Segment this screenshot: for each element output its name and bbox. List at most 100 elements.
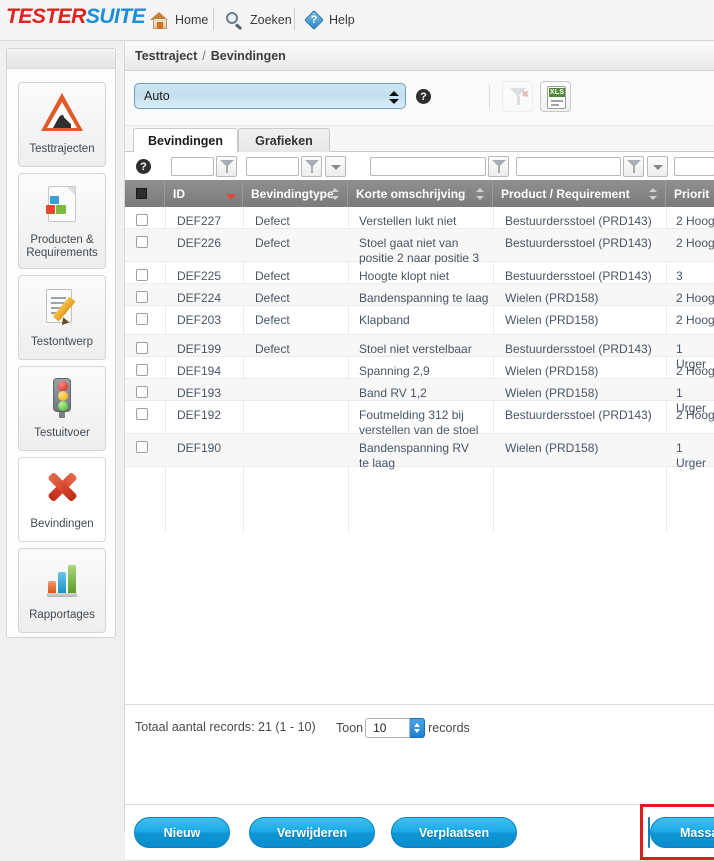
sidebar-item-testontwerp[interactable]: Testontwerp xyxy=(18,275,106,360)
row-checkbox[interactable] xyxy=(136,364,148,376)
table-row[interactable]: DEF224 Defect Bandenspanning te laag Wie… xyxy=(125,284,714,306)
row-checkbox[interactable] xyxy=(136,408,148,420)
logo-text-secondary: SUITE xyxy=(85,5,146,28)
question-mark-icon[interactable]: ? xyxy=(416,89,431,104)
tab-bar: Bevindingen Grafieken xyxy=(125,126,714,153)
verwijderen-button[interactable]: Verwijderen xyxy=(249,817,375,848)
page-size-input[interactable]: 10 xyxy=(365,718,411,738)
column-header-select-all[interactable] xyxy=(125,180,165,207)
row-checkbox[interactable] xyxy=(136,214,148,226)
document-blocks-icon xyxy=(39,184,85,228)
tab-grafieken[interactable]: Grafieken xyxy=(238,128,330,153)
help-icon: ? xyxy=(304,10,324,30)
filter-dropdown-bevindingtype[interactable] xyxy=(325,156,346,177)
testtraject-select[interactable]: Auto xyxy=(134,83,406,109)
sidebar-item-producten-requirements[interactable]: Producten & Requirements xyxy=(18,173,106,269)
filter-input-bevindingtype[interactable] xyxy=(246,157,299,176)
cell-product: Wielen (PRD158) xyxy=(505,386,599,400)
nav-help[interactable]: ? Help xyxy=(304,8,355,32)
cell-priority: 2 Hoog xyxy=(676,364,714,378)
verplaatsen-button[interactable]: Verplaatsen xyxy=(391,817,517,848)
cell-desc: Foutmelding 312 bij verstellen van de st… xyxy=(359,408,479,437)
row-checkbox[interactable] xyxy=(136,342,148,354)
red-cross-icon xyxy=(39,468,85,512)
row-checkbox[interactable] xyxy=(136,291,148,303)
cell-desc: Verstellen lukt niet xyxy=(359,214,457,228)
records-label: records xyxy=(428,721,470,735)
cell-id: DEF203 xyxy=(177,313,222,327)
cell-id: DEF224 xyxy=(177,291,222,305)
home-icon xyxy=(150,11,169,29)
highlight-box xyxy=(640,804,714,860)
column-header-label: Korte omschrijving xyxy=(356,186,466,201)
cell-priority: 2 Hoog xyxy=(676,291,714,305)
column-header-bevindingtype[interactable]: Bevindingtype xyxy=(243,180,348,207)
nav-help-label: Help xyxy=(329,13,355,27)
cell-type: Defect xyxy=(255,214,290,228)
nav-divider-1 xyxy=(213,8,214,30)
button-label: Verwijderen xyxy=(276,825,348,840)
column-header-id[interactable]: ID xyxy=(165,180,243,207)
table-body: DEF227 Defect Verstellen lukt niet Bestu… xyxy=(125,207,714,532)
nav-zoeken[interactable]: Zoeken xyxy=(226,8,292,32)
sort-both-icon xyxy=(331,188,340,200)
row-checkbox[interactable] xyxy=(136,313,148,325)
row-checkbox[interactable] xyxy=(136,236,148,248)
sidebar-item-bevindingen[interactable]: Bevindingen xyxy=(18,457,106,542)
filter-button-omschrijving[interactable] xyxy=(488,156,509,177)
filter-button-product[interactable] xyxy=(623,156,644,177)
cell-id: DEF226 xyxy=(177,236,222,250)
sidebar-item-testuitvoer[interactable]: Testuitvoer xyxy=(18,366,106,451)
left-sidebar: Testtrajecten Producten & Requirements T… xyxy=(6,48,116,638)
page-size-spinner[interactable] xyxy=(410,718,426,738)
filter-button-bevindingtype[interactable] xyxy=(301,156,322,177)
breadcrumb-root[interactable]: Testtraject xyxy=(135,49,197,63)
nav-home-label: Home xyxy=(175,13,209,27)
table-row[interactable]: DEF226 Defect Stoel gaat niet van positi… xyxy=(125,229,714,265)
table-row[interactable]: DEF199 Defect Stoel niet verstelbaar Bes… xyxy=(125,335,714,371)
table-row[interactable]: DEF227 Defect Verstellen lukt niet Bestu… xyxy=(125,207,714,229)
column-header-korte-omschrijving[interactable]: Korte omschrijving xyxy=(348,180,493,207)
warning-triangle-icon xyxy=(39,93,85,137)
export-xls-button[interactable]: XLS xyxy=(540,81,571,112)
table-row[interactable]: DEF194 Spanning 2,9 Wielen (PRD158) 2 Ho… xyxy=(125,357,714,379)
question-mark-icon[interactable]: ? xyxy=(136,159,151,174)
filter-input-prioriteit[interactable] xyxy=(674,157,714,176)
table-row[interactable]: DEF225 Defect Hoogte klopt niet Bestuurd… xyxy=(125,262,714,298)
sidebar-header-strip xyxy=(7,49,115,69)
clear-filter-button[interactable]: ✖ xyxy=(502,81,533,112)
select-all-checkbox[interactable] xyxy=(136,188,147,199)
cell-product: Bestuurdersstoel (PRD143) xyxy=(505,236,652,250)
table-row[interactable]: DEF192 Foutmelding 312 bij verstellen va… xyxy=(125,401,714,437)
traffic-light-icon xyxy=(39,377,85,421)
tab-bevindingen[interactable]: Bevindingen xyxy=(133,128,238,153)
filter-dropdown-product[interactable] xyxy=(647,156,668,177)
sidebar-item-rapportages[interactable]: Rapportages xyxy=(18,548,106,633)
filter-input-id[interactable] xyxy=(171,157,214,176)
app-logo[interactable]: TESTERSUITE xyxy=(6,5,146,29)
breadcrumb-current: Bevindingen xyxy=(210,49,286,63)
nav-home[interactable]: Home xyxy=(150,8,208,32)
sidebar-item-label: Bevindingen xyxy=(30,518,94,530)
cell-product: Bestuurdersstoel (PRD143) xyxy=(505,269,652,283)
column-header-label: Product / Requirement xyxy=(501,186,630,201)
row-checkbox[interactable] xyxy=(136,441,148,453)
button-label: Verplaatsen xyxy=(418,825,490,840)
sidebar-item-label: Testuitvoer xyxy=(34,427,90,439)
column-header-product-requirement[interactable]: Product / Requirement xyxy=(493,180,666,207)
filter-input-product[interactable] xyxy=(516,157,621,176)
table-row[interactable]: DEF203 Defect Klapband Wielen (PRD158) 2… xyxy=(125,306,714,335)
filter-input-omschrijving[interactable] xyxy=(370,157,486,176)
filter-button-id[interactable] xyxy=(216,156,237,177)
table-row[interactable]: DEF193 Band RV 1,2 Wielen (PRD158) 1 Urg… xyxy=(125,379,714,415)
xls-label: XLS xyxy=(549,88,565,97)
cell-product: Wielen (PRD158) xyxy=(505,441,599,455)
breadcrumb-bar: Testtraject / Bevindingen xyxy=(125,42,714,71)
sidebar-item-testtrajecten[interactable]: Testtrajecten xyxy=(18,82,106,167)
tab-label: Bevindingen xyxy=(147,133,223,148)
column-header-prioriteit[interactable]: Priorit xyxy=(666,180,714,207)
nieuw-button[interactable]: Nieuw xyxy=(134,817,230,848)
row-checkbox[interactable] xyxy=(136,386,148,398)
row-checkbox[interactable] xyxy=(136,269,148,281)
table-row[interactable]: DEF190 Bandenspanning RV te laag Wielen … xyxy=(125,434,714,470)
